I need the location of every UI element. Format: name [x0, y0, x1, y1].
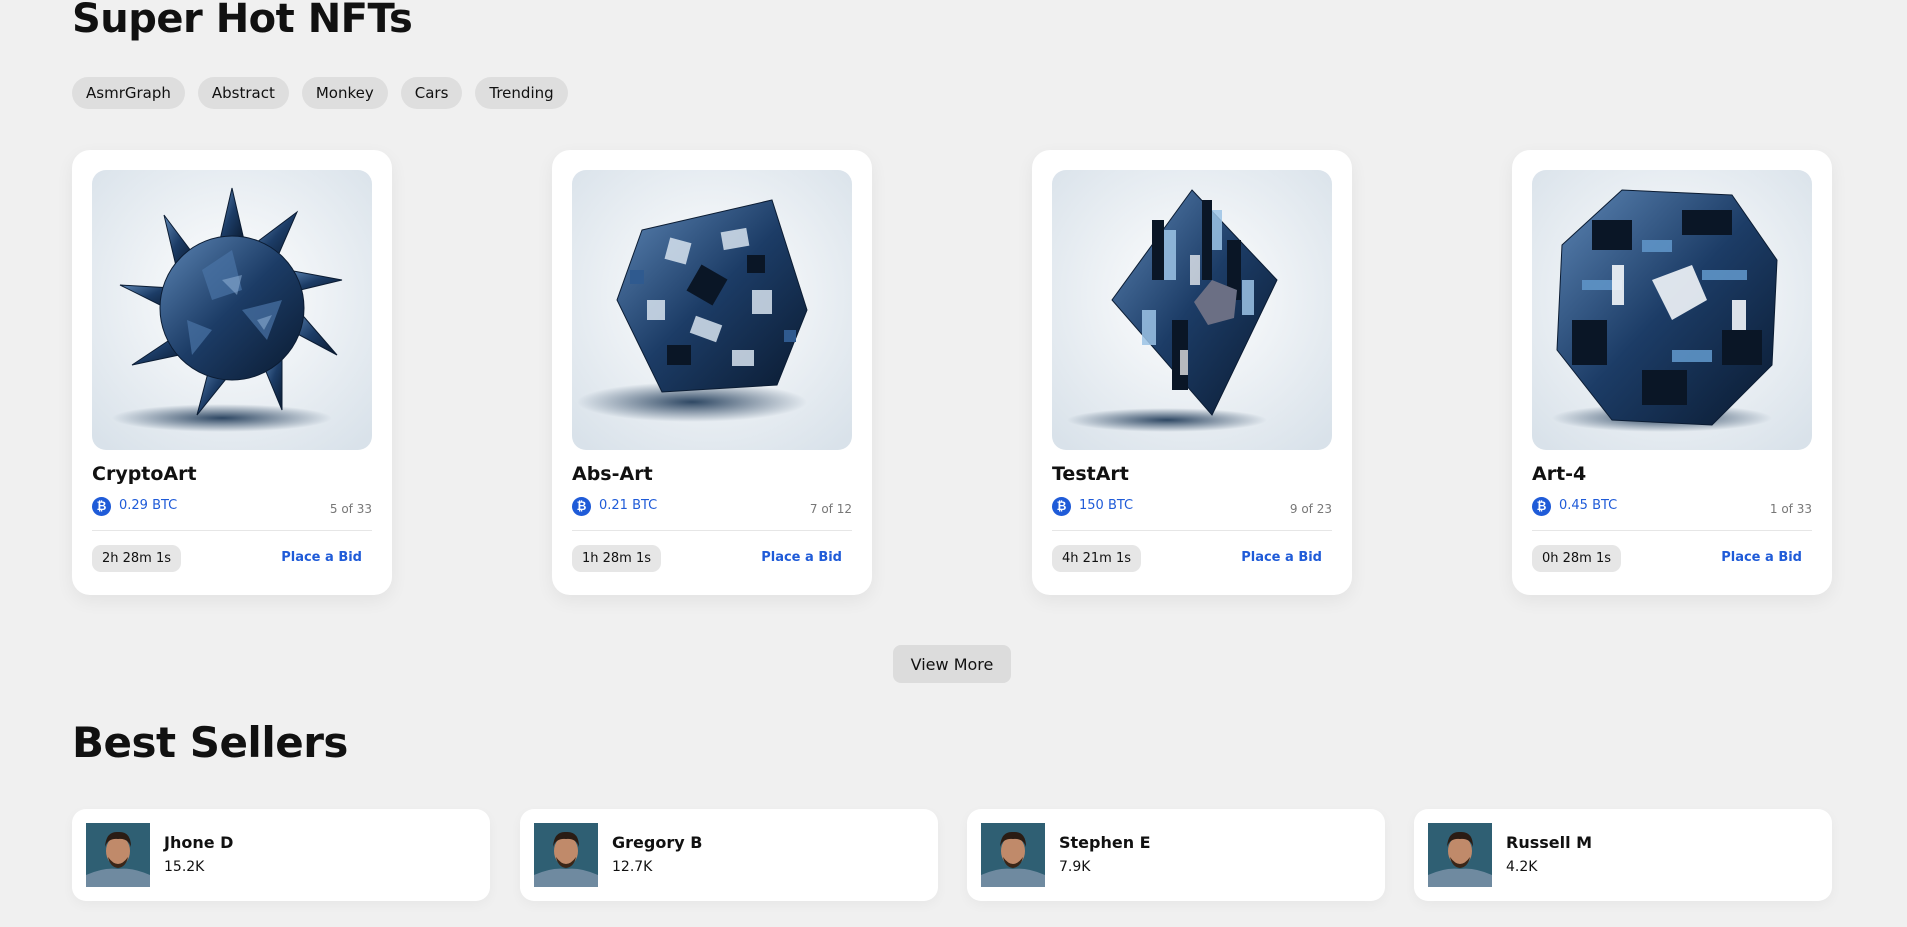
- nft-name: Art-4: [1532, 463, 1587, 485]
- seller-name: Stephen E: [1059, 833, 1151, 852]
- seller-avatar: [1428, 823, 1492, 887]
- bitcoin-icon: ₿: [572, 497, 591, 516]
- nft-edition-count: 1 of 33: [1769, 502, 1812, 516]
- price-row: ₿ 0.21 BTC 7 of 12: [572, 496, 852, 518]
- nft-price: 150 BTC: [1079, 498, 1134, 513]
- seller-name: Jhone D: [164, 833, 234, 852]
- nft-card-grid: CryptoArt ₿ 0.29 BTC 5 of 33 2h 28m 1s P…: [72, 150, 1832, 595]
- best-sellers-list: Jhone D 15.2K Gregory B 12.7K Stephen E …: [72, 809, 1832, 901]
- price-row: ₿ 0.45 BTC 1 of 33: [1532, 496, 1812, 518]
- nft-artwork-image[interactable]: [1052, 170, 1332, 450]
- seller-name: Gregory B: [612, 833, 703, 852]
- nft-name: Abs-Art: [572, 463, 653, 485]
- filter-chip-monkey[interactable]: Monkey: [301, 77, 388, 109]
- page: Super Hot NFTs AsmrGraph Abstract Monkey…: [0, 0, 1907, 927]
- bitcoin-icon: ₿: [1532, 497, 1551, 516]
- nft-name: TestArt: [1052, 463, 1129, 485]
- nft-card[interactable]: Art-4 ₿ 0.45 BTC 1 of 33 0h 28m 1s Place…: [1512, 150, 1832, 595]
- filter-chip-abstract[interactable]: Abstract: [197, 77, 289, 109]
- nft-edition-count: 7 of 12: [809, 502, 852, 516]
- seller-amount: 12.7K: [612, 859, 653, 875]
- nft-card[interactable]: TestArt ₿ 150 BTC 9 of 23 4h 21m 1s Plac…: [1032, 150, 1352, 595]
- auction-timer: 4h 21m 1s: [1052, 545, 1142, 572]
- nft-price: 0.21 BTC: [599, 498, 658, 513]
- section-title-best-sellers: Best Sellers: [72, 718, 348, 767]
- seller-name: Russell M: [1506, 833, 1593, 852]
- nft-artwork-image[interactable]: [572, 170, 852, 450]
- seller-card[interactable]: Jhone D 15.2K: [72, 809, 490, 901]
- nft-price: 0.29 BTC: [119, 498, 178, 513]
- price-row: ₿ 150 BTC 9 of 23: [1052, 496, 1332, 518]
- place-bid-button[interactable]: Place a Bid: [1721, 550, 1802, 565]
- card-divider: [572, 530, 852, 531]
- place-bid-button[interactable]: Place a Bid: [761, 550, 842, 565]
- nft-artwork-image[interactable]: [92, 170, 372, 450]
- category-filters: AsmrGraph Abstract Monkey Cars Trending: [72, 77, 568, 109]
- nft-name: CryptoArt: [92, 463, 197, 485]
- nft-card[interactable]: CryptoArt ₿ 0.29 BTC 5 of 33 2h 28m 1s P…: [72, 150, 392, 595]
- seller-avatar: [534, 823, 598, 887]
- seller-card[interactable]: Russell M 4.2K: [1414, 809, 1832, 901]
- place-bid-button[interactable]: Place a Bid: [281, 550, 362, 565]
- view-more-button[interactable]: View More: [893, 645, 1011, 683]
- auction-timer: 0h 28m 1s: [1532, 545, 1622, 572]
- seller-card[interactable]: Gregory B 12.7K: [520, 809, 938, 901]
- card-divider: [92, 530, 372, 531]
- section-title-super-hot: Super Hot NFTs: [72, 0, 413, 42]
- filter-chip-asmrgraph[interactable]: AsmrGraph: [72, 77, 185, 109]
- filter-chip-cars[interactable]: Cars: [400, 77, 463, 109]
- nft-edition-count: 5 of 33: [329, 502, 372, 516]
- auction-timer: 1h 28m 1s: [572, 545, 662, 572]
- seller-card[interactable]: Stephen E 7.9K: [967, 809, 1385, 901]
- nft-price: 0.45 BTC: [1559, 498, 1618, 513]
- seller-amount: 7.9K: [1059, 859, 1091, 875]
- seller-amount: 4.2K: [1506, 859, 1538, 875]
- filter-chip-trending[interactable]: Trending: [475, 77, 568, 109]
- bitcoin-icon: ₿: [92, 497, 111, 516]
- bitcoin-icon: ₿: [1052, 497, 1071, 516]
- nft-edition-count: 9 of 23: [1289, 502, 1332, 516]
- place-bid-button[interactable]: Place a Bid: [1241, 550, 1322, 565]
- nft-card[interactable]: Abs-Art ₿ 0.21 BTC 7 of 12 1h 28m 1s Pla…: [552, 150, 872, 595]
- auction-timer: 2h 28m 1s: [92, 545, 182, 572]
- seller-avatar: [981, 823, 1045, 887]
- seller-avatar: [86, 823, 150, 887]
- price-row: ₿ 0.29 BTC 5 of 33: [92, 496, 372, 518]
- card-divider: [1532, 530, 1812, 531]
- nft-artwork-image[interactable]: [1532, 170, 1812, 450]
- seller-amount: 15.2K: [164, 859, 205, 875]
- card-divider: [1052, 530, 1332, 531]
